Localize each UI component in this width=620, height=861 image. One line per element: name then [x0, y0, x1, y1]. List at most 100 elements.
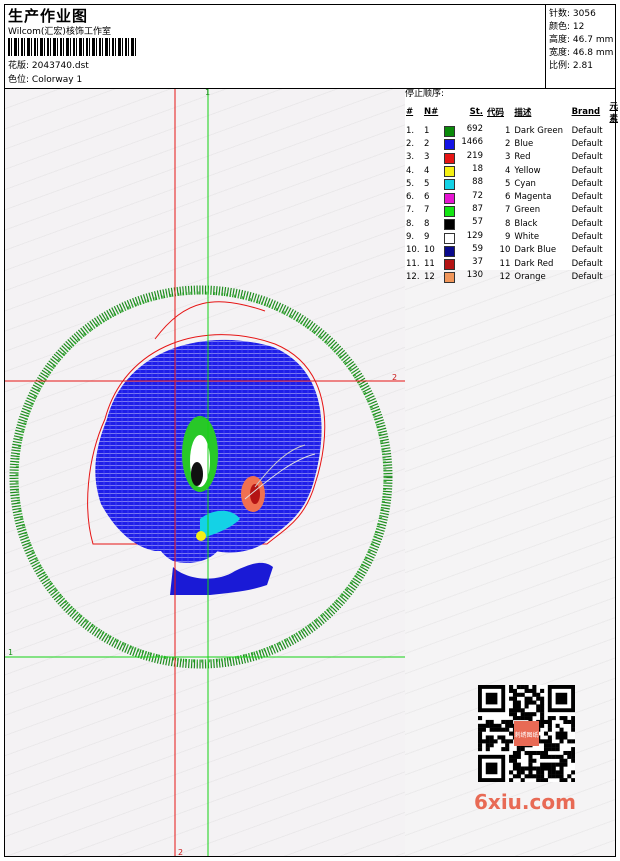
row-description: Green — [514, 205, 541, 216]
qr-code-image: 刺绣图纸 — [478, 685, 576, 783]
stats-divider — [545, 4, 546, 88]
row-code: 8 — [504, 218, 511, 229]
color-swatch — [443, 192, 455, 204]
row-index: 11. — [406, 258, 420, 269]
row-needle: 8 — [423, 218, 430, 229]
guide-label-h1: 1 — [8, 648, 14, 657]
row-element — [607, 257, 620, 270]
row-stitches: 37 — [442, 257, 485, 271]
row-stitches: 18 — [442, 164, 485, 178]
qr-code: 刺绣图纸 — [478, 685, 576, 783]
table-row: 12. 12 130 12 Orange Default — [404, 270, 620, 284]
embroidery-artwork — [5, 89, 405, 856]
row-element — [607, 270, 620, 283]
row-code: 6 — [504, 192, 511, 203]
row-code: 12 — [499, 271, 511, 282]
row-code: 1 — [504, 125, 511, 136]
row-code: 10 — [499, 245, 511, 256]
row-needle: 1 — [423, 125, 430, 136]
color-swatch — [443, 272, 455, 284]
colorway-value: Colorway 1 — [31, 75, 83, 85]
row-brand: Default — [571, 271, 603, 282]
row-index: 5. — [406, 178, 415, 189]
row-index: 10. — [406, 245, 420, 256]
row-needle: 10 — [423, 245, 435, 256]
row-brand: Default — [571, 245, 603, 256]
col-header-brand: Brand — [571, 107, 601, 117]
row-element — [607, 217, 620, 230]
design-label: 花版: 2043740.dst — [8, 61, 89, 71]
row-element — [607, 204, 620, 217]
row-element — [607, 164, 620, 177]
table-row: 5. 5 88 5 Cyan Default — [404, 177, 620, 191]
row-description: Yellow — [514, 165, 541, 176]
row-needle: 4 — [423, 165, 430, 176]
table-row: 3. 3 219 3 Red Default — [404, 151, 620, 164]
row-brand: Default — [571, 258, 603, 269]
color-swatch — [443, 179, 455, 191]
colorway-label: 色位: Colorway 1 — [8, 75, 83, 85]
row-element — [607, 244, 620, 257]
row-element — [607, 190, 620, 203]
col-header-st: St. — [469, 107, 483, 117]
color-swatch — [443, 232, 455, 244]
design-preview: 1 2 1 2 — [5, 88, 405, 857]
color-swatch — [443, 126, 455, 138]
row-element — [607, 177, 620, 190]
row-stitches: 1466 — [442, 137, 485, 151]
row-brand: Default — [571, 192, 603, 203]
company-name: Wilcom(汇宏)核饰工作室 — [8, 27, 111, 37]
row-needle: 5 — [423, 178, 430, 189]
row-element — [607, 124, 620, 137]
stat-width: 宽度: 46.8 mm — [549, 48, 614, 58]
row-stitches: 88 — [442, 177, 485, 191]
row-stitches: 692 — [442, 124, 485, 138]
stat-stitches: 针数: 3056 — [549, 9, 596, 19]
stat-ratio: 比例: 2.81 — [549, 61, 593, 71]
color-swatch — [443, 245, 455, 257]
color-swatch — [443, 205, 455, 217]
col-header-idx: # — [406, 107, 414, 117]
table-row: 6. 6 72 6 Magenta Default — [404, 190, 620, 204]
row-stitches: 130 — [442, 270, 485, 284]
row-index: 8. — [406, 218, 415, 229]
row-description: Magenta — [514, 192, 552, 203]
color-swatch — [443, 259, 455, 271]
table-header-row: # N# St. 代码 描述 Brand 元素 — [404, 100, 620, 124]
row-index: 2. — [406, 138, 415, 149]
table-row: 9. 9 129 9 White Default — [404, 230, 620, 244]
row-brand: Default — [571, 152, 603, 163]
row-index: 6. — [406, 192, 415, 203]
row-index: 7. — [406, 205, 415, 216]
col-header-desc: 描述 — [514, 108, 532, 118]
stat-colors: 颜色: 12 — [549, 22, 585, 32]
row-element — [607, 151, 620, 164]
row-description: Black — [514, 218, 538, 229]
page-title: 生产作业图 — [8, 7, 89, 25]
guide-label-v1: 1 — [205, 88, 211, 97]
row-needle: 9 — [423, 232, 430, 243]
row-needle: 11 — [423, 258, 435, 269]
row-description: Dark Green — [514, 125, 563, 136]
row-stitches: 219 — [442, 151, 485, 164]
table-row: 10. 10 59 10 Dark Blue Default — [404, 244, 620, 257]
row-needle: 6 — [423, 192, 430, 203]
row-description: White — [514, 232, 540, 243]
row-code: 7 — [504, 205, 511, 216]
row-description: Orange — [514, 271, 546, 282]
row-description: Dark Red — [514, 258, 554, 269]
watermark-logo: 6xiu.com — [474, 790, 576, 814]
row-brand: Default — [571, 205, 603, 216]
row-index: 12. — [406, 271, 420, 282]
col-header-n: N# — [423, 107, 439, 117]
stat-height: 高度: 46.7 mm — [549, 35, 614, 45]
row-index: 3. — [406, 152, 415, 163]
row-description: Dark Blue — [514, 245, 557, 256]
row-code: 4 — [504, 165, 511, 176]
row-description: Blue — [514, 138, 534, 149]
feet — [170, 562, 273, 595]
row-element — [607, 230, 620, 243]
row-code: 9 — [504, 232, 511, 243]
row-brand: Default — [571, 125, 603, 136]
col-header-element: 元素 — [609, 102, 618, 124]
